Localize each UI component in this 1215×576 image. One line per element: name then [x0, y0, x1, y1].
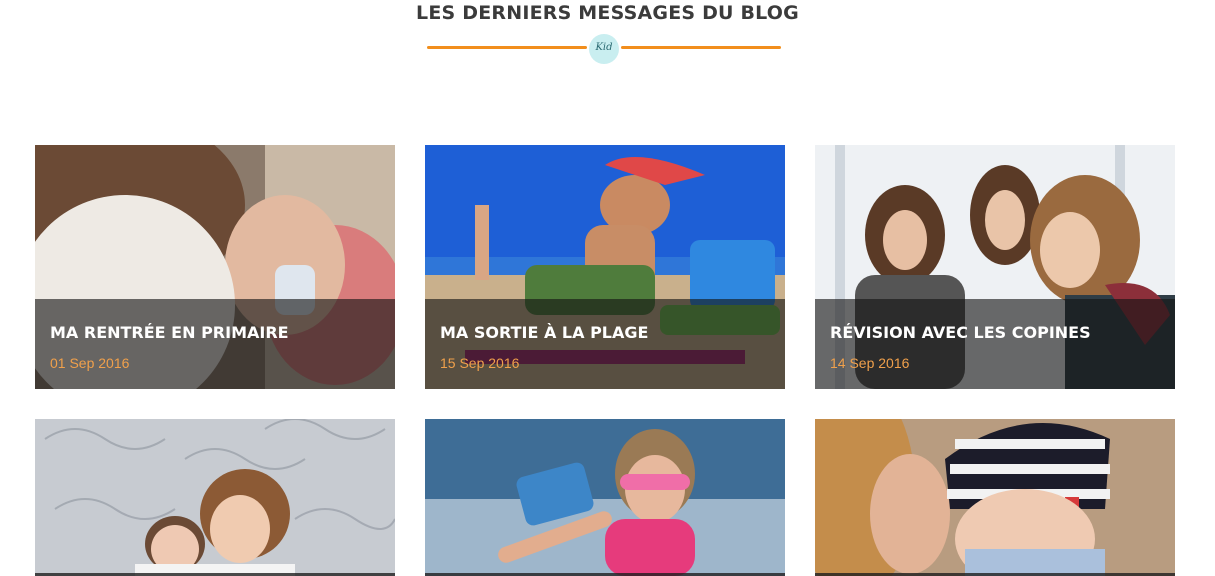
post-title[interactable]: MA SORTIE À LA PLAGE: [440, 323, 648, 342]
divider-line-left: [427, 46, 587, 49]
post-date: 15 Sep 2016: [440, 355, 520, 371]
section-title: LES DERNIERS MESSAGES DU BLOG: [416, 2, 799, 24]
blog-section: LES DERNIERS MESSAGES DU BLOG Kid MA REN…: [0, 0, 1215, 576]
post-caption: RÉVISION AVEC LES COPINES 14 Sep 2016: [815, 299, 1175, 389]
post-caption: MA SORTIE À LA PLAGE 15 Sep 2016: [425, 299, 785, 389]
post-photo-siblings: [35, 419, 395, 576]
post-date: 14 Sep 2016: [830, 355, 910, 371]
title-divider: Kid: [427, 34, 781, 64]
blog-post-card[interactable]: [425, 419, 785, 576]
blog-post-card[interactable]: MA RENTRÉE EN PRIMAIRE 01 Sep 2016: [35, 145, 395, 389]
post-title[interactable]: MA RENTRÉE EN PRIMAIRE: [50, 323, 289, 342]
post-title[interactable]: RÉVISION AVEC LES COPINES: [830, 323, 1091, 342]
blog-post-card[interactable]: RÉVISION AVEC LES COPINES 14 Sep 2016: [815, 145, 1175, 389]
post-photo-mother-baby: [815, 419, 1175, 576]
divider-line-right: [621, 46, 781, 49]
kidoo-logo: Kid: [589, 34, 619, 64]
post-date: 01 Sep 2016: [50, 355, 130, 371]
blog-post-card[interactable]: [35, 419, 395, 576]
blog-post-card[interactable]: [815, 419, 1175, 576]
post-caption: MA RENTRÉE EN PRIMAIRE 01 Sep 2016: [35, 299, 395, 389]
post-photo-swimming: [425, 419, 785, 576]
blog-post-card[interactable]: MA SORTIE À LA PLAGE 15 Sep 2016: [425, 145, 785, 389]
